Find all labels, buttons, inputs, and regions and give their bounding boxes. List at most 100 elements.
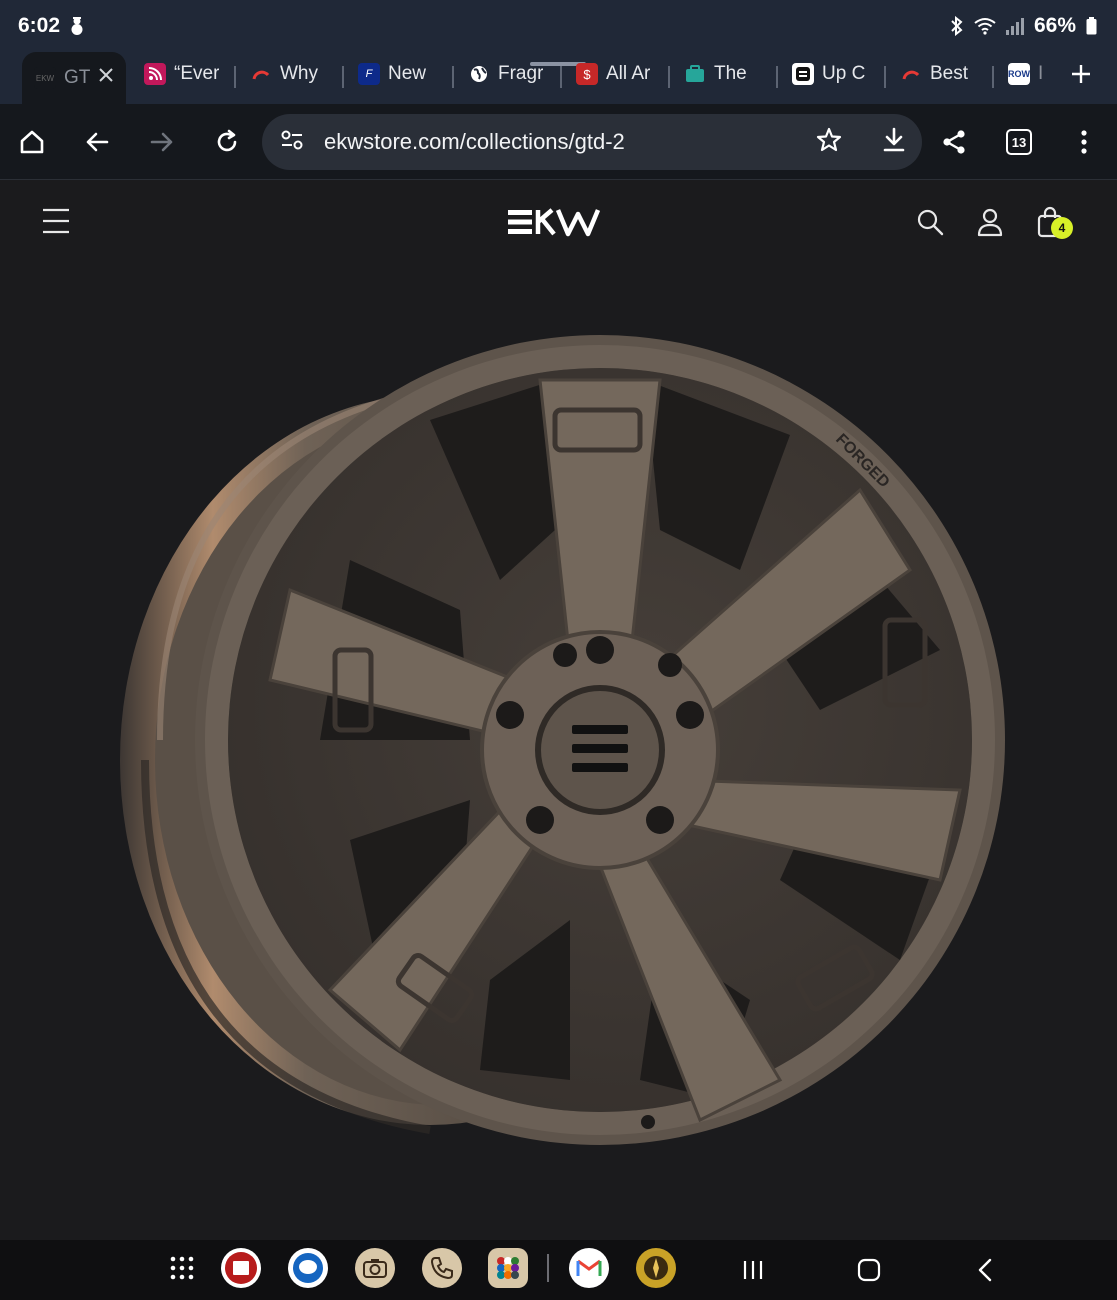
status-time: 6:02 [18,14,61,37]
arrow-left-icon [86,132,109,152]
arrow-right-icon [150,132,173,152]
globe-icon [468,63,490,85]
messages-icon[interactable] [288,1248,328,1288]
reload-icon [217,129,237,152]
menu-button[interactable] [1060,118,1108,166]
tab-separator [560,66,562,88]
ekw-logo-icon: EKW [34,67,56,89]
forward-button[interactable] [138,118,186,166]
battery-level: 66% [1033,14,1076,37]
bible-app-icon[interactable] [221,1248,261,1288]
tab-label: All Ar [606,63,651,84]
status-right: 66% [950,14,1097,38]
tab-separator [776,66,778,88]
more-vertical-icon [1081,130,1087,154]
tab-separator [234,66,236,88]
tab-label: I [1038,63,1044,84]
tab-separator [342,66,344,88]
camera-icon[interactable] [355,1248,395,1288]
system-bottom-bar [0,1240,1117,1300]
red-book-icon: $ [576,63,598,85]
wifi-icon [974,17,996,35]
tab-6[interactable]: $ All Ar [576,52,660,96]
tab-separator [992,66,994,88]
tab-1[interactable]: EKW GT [22,52,126,104]
compass-icon[interactable] [636,1248,676,1288]
feed-icon [144,63,166,85]
folder-icon[interactable] [488,1248,528,1288]
tab-label: New [388,63,427,84]
chevron-left-icon [978,1258,992,1282]
phone-icon[interactable] [422,1248,462,1288]
hamburger-menu-button[interactable] [40,206,74,236]
gmail-icon[interactable] [569,1248,609,1288]
tab-count: 13 [1006,129,1032,155]
status-left: 6:02 [18,14,86,38]
user-icon [977,208,1003,237]
back-button[interactable] [73,118,121,166]
ford-icon: F [358,63,380,85]
share-icon [943,130,965,154]
teal-bag-icon [684,63,706,85]
search-button[interactable] [910,202,950,242]
download-icon[interactable] [882,127,906,158]
url-text[interactable]: ekwstore.com/collections/gtd-2 [324,129,816,155]
plus-icon [1072,65,1090,83]
tab-separator [668,66,670,88]
cart-count-badge: 4 [1051,217,1073,239]
recent-apps-button[interactable] [733,1250,773,1290]
home-square-icon [857,1258,881,1282]
status-bar: 6:02 66% [0,0,1117,52]
home-icon [20,130,44,154]
back-nav-button[interactable] [965,1250,1005,1290]
red-arc-icon [250,63,272,85]
tab-8[interactable]: Up C [792,52,876,96]
tab-switcher-button[interactable]: 13 [995,118,1043,166]
tab-separator [452,66,454,88]
bookmark-star-icon[interactable] [816,127,842,158]
home-button[interactable] [8,118,56,166]
search-icon [917,209,944,236]
site-settings-icon[interactable] [280,129,304,156]
apps-grid-icon[interactable] [162,1248,202,1288]
hamburger-icon [43,208,69,234]
square-logo-icon [792,63,814,85]
tab-2[interactable]: “Ever [144,52,224,96]
tab-label: GT [64,67,90,88]
tab-label: The [714,63,747,84]
tab-separator [884,66,886,88]
ekw-logo[interactable] [500,204,618,240]
home-nav-button[interactable] [849,1250,889,1290]
tab-5[interactable]: Fragr [468,52,552,96]
tab-strip: EKW GT “Ever Why F New Fragr $ All Ar Th… [0,52,1117,104]
red-arc-icon [900,63,922,85]
browser-toolbar: ekwstore.com/collections/gtd-2 13 [0,104,1117,180]
product-image[interactable]: FORGED [100,320,1030,1180]
site-header: 4 [0,180,1117,264]
tab-7[interactable]: The [684,52,768,96]
blue-badge-icon: ROW [1008,63,1030,85]
tab-label: Up C [822,63,866,84]
recent-apps-icon [743,1261,763,1279]
bluetooth-icon [950,16,964,36]
snowman-icon [68,16,86,36]
ekw-logo-mark [508,208,601,237]
close-tab-icon[interactable] [98,67,114,89]
account-button[interactable] [970,202,1010,242]
battery-icon [1086,17,1097,35]
dock-divider [547,1254,549,1282]
tab-label: Best [930,63,969,84]
new-tab-button[interactable] [1063,56,1099,92]
tab-9[interactable]: Best [900,52,984,96]
web-page: 4 FORGED [0,180,1117,1240]
tab-label: Why [280,63,318,84]
address-bar[interactable]: ekwstore.com/collections/gtd-2 [262,114,922,170]
tab-3[interactable]: Why [250,52,330,96]
reload-button[interactable] [203,118,251,166]
tab-label: “Ever [174,63,220,84]
signal-icon [1005,17,1024,35]
share-button[interactable] [930,118,978,166]
tab-label: Fragr [498,63,544,84]
tab-10[interactable]: ROW I [1008,52,1056,96]
tab-4[interactable]: F New [358,52,440,96]
